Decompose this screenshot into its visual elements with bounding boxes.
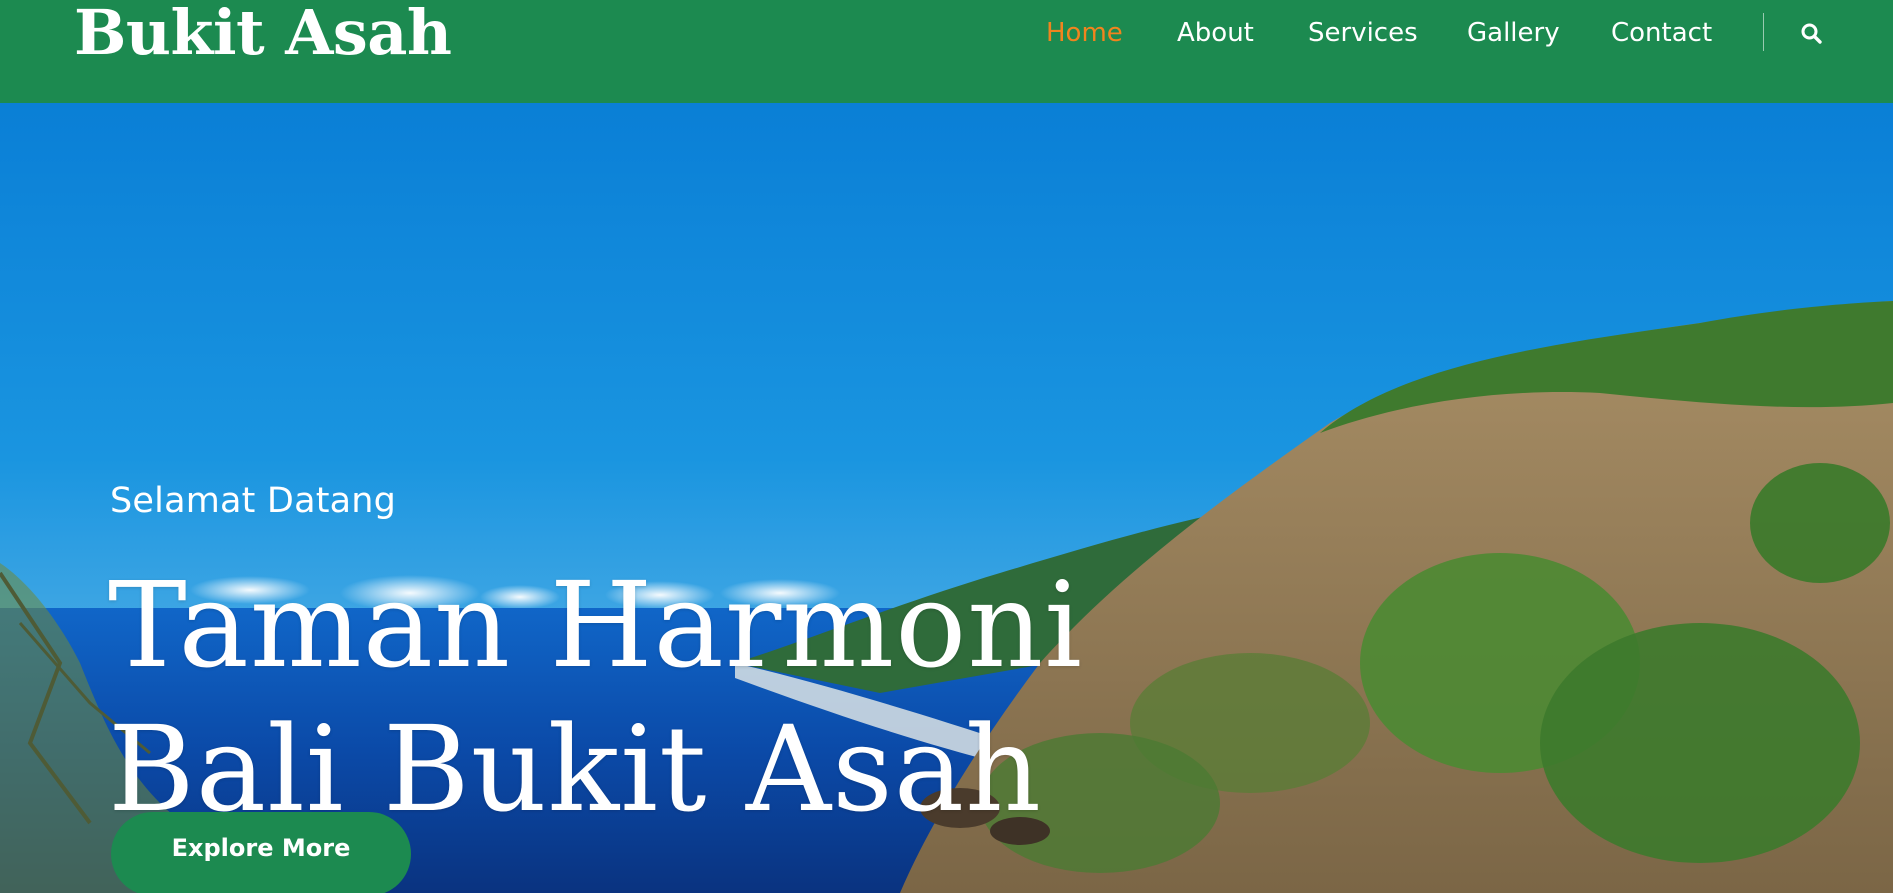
welcome-text: Selamat Datang: [110, 481, 397, 521]
nav-home[interactable]: Home: [1046, 18, 1123, 48]
nav-contact[interactable]: Contact: [1611, 18, 1712, 48]
search-icon: [1801, 23, 1822, 44]
site-header: Bukit Asah Home About Services Gallery C…: [0, 0, 1893, 103]
nav-gallery[interactable]: Gallery: [1467, 18, 1560, 48]
main-nav: Home About Services Gallery Contact: [0, 18, 1893, 48]
nav-divider: [1763, 13, 1764, 51]
explore-more-button[interactable]: Explore More: [111, 812, 411, 893]
nav-about[interactable]: About: [1177, 18, 1254, 48]
hero-title-line-1: Taman Harmoni: [108, 556, 1083, 694]
hero-section: Selamat Datang Taman Harmoni Bali Bukit …: [0, 103, 1893, 893]
search-button[interactable]: [1799, 21, 1825, 47]
nav-services[interactable]: Services: [1308, 18, 1418, 48]
hero-title: Taman Harmoni Bali Bukit Asah: [108, 553, 1308, 841]
